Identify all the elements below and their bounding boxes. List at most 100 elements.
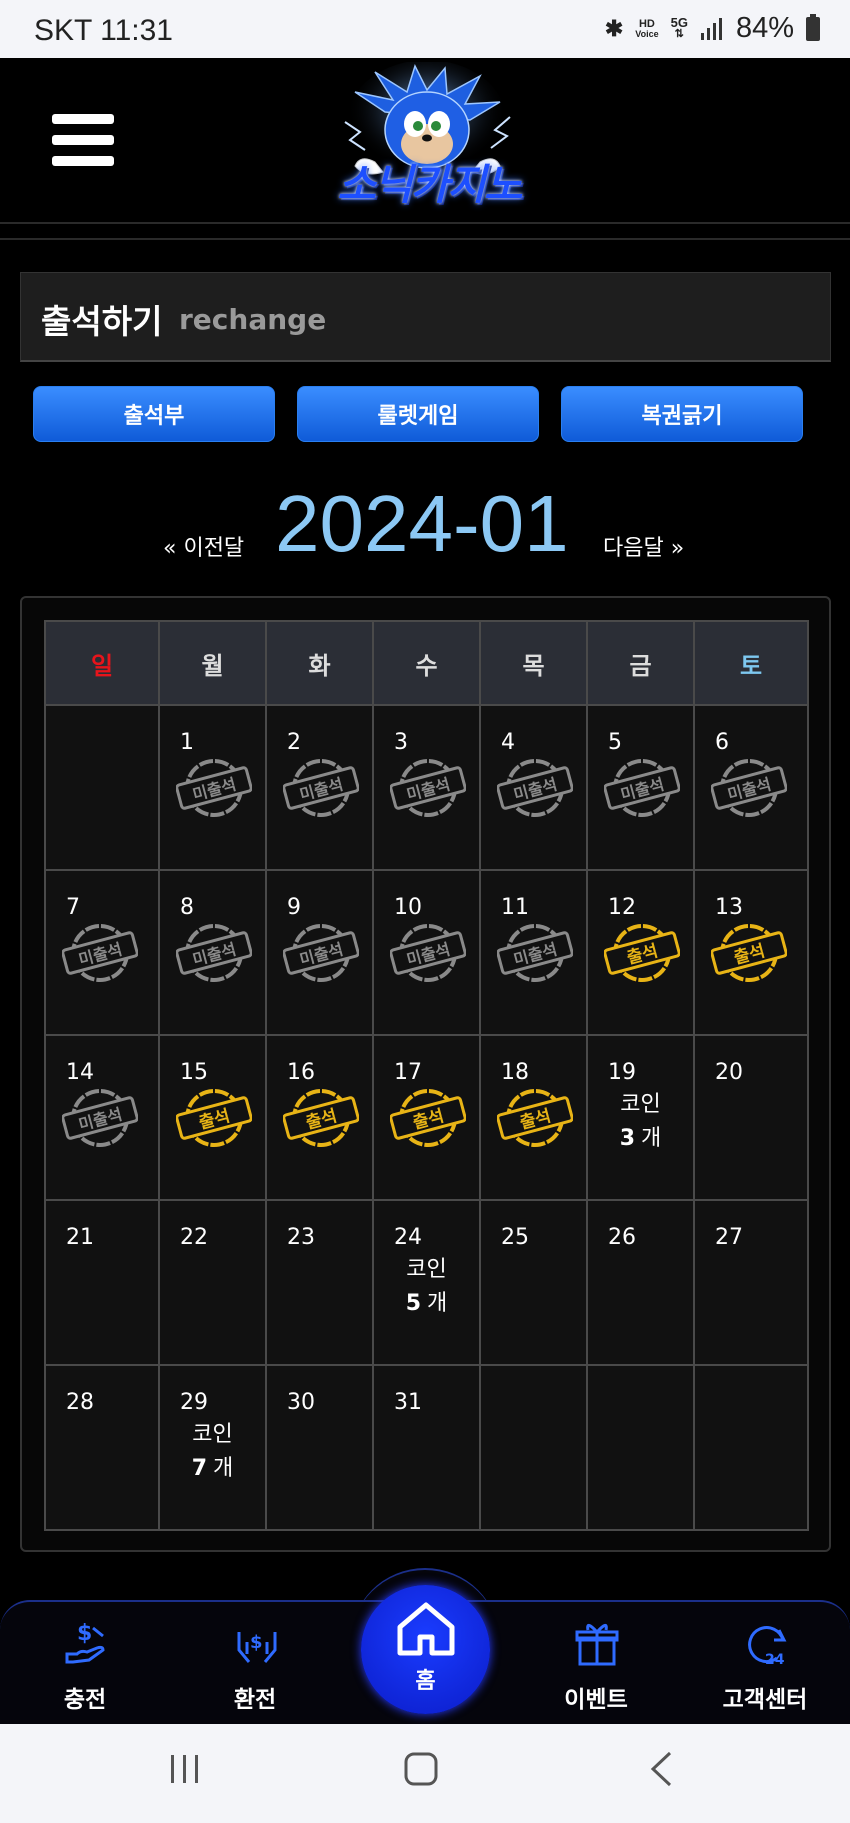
calendar-day-cell: 23	[265, 1199, 374, 1366]
calendar-day-cell: 31	[372, 1364, 481, 1531]
nav-support[interactable]: 24 고객센터	[705, 1610, 825, 1720]
calendar-day-cell: 19 코인 3 개	[586, 1034, 695, 1201]
day-number: 22	[180, 1225, 208, 1250]
day-number: 5	[608, 730, 622, 755]
day-number: 11	[501, 895, 529, 920]
calendar-day-cell	[479, 1364, 588, 1531]
calendar-day-cell: 6 미출석	[693, 704, 809, 871]
weekday-header: 일	[44, 620, 160, 706]
day-number: 9	[287, 895, 301, 920]
attended-stamp-icon: 출석	[176, 1089, 252, 1147]
day-number: 12	[608, 895, 636, 920]
back-button[interactable]	[648, 1750, 674, 1792]
calendar-day-cell: 22	[158, 1199, 267, 1366]
bluetooth-icon: ✱	[604, 15, 624, 41]
next-month-link[interactable]: 다음달 »	[603, 530, 684, 562]
day-number: 28	[66, 1390, 94, 1415]
attended-stamp-icon: 출석	[283, 1089, 359, 1147]
tab-lottery[interactable]: 복권긁기	[561, 386, 803, 442]
calendar-day-cell: 12 출석	[586, 869, 695, 1036]
calendar-day-cell	[693, 1364, 809, 1531]
status-icons: ✱ HD Voice 5G ⇅ 84%	[605, 12, 820, 45]
calendar-week-row: 28 29 코인 7 개 30 31	[44, 1364, 809, 1531]
nav-event-label: 이벤트	[564, 1687, 628, 1713]
money-hands-icon: $	[237, 1632, 277, 1663]
calendar-day-cell: 8 미출석	[158, 869, 267, 1036]
money-hand-icon: $	[65, 1621, 105, 1664]
hd-voice-icon: HD Voice	[635, 17, 659, 39]
status-bar: SKT 11:31 ✱ HD Voice 5G ⇅ 84%	[0, 0, 850, 58]
menu-icon[interactable]	[52, 114, 114, 168]
day-number: 10	[394, 895, 422, 920]
calendar-day-cell	[44, 704, 160, 871]
calendar-week-row: 1 미출석 2 미출석 3 미출석 4 미출석 5 미출석 6 미출석	[44, 704, 809, 871]
tab-roulette[interactable]: 룰렛게임	[297, 386, 539, 442]
carrier-time: SKT 11:31	[34, 14, 173, 47]
divider	[0, 238, 850, 240]
logo-text: 소닉카지노	[337, 160, 522, 209]
page-title-bar: 출석하기 rechange	[20, 272, 831, 362]
absent-stamp-icon: 미출석	[176, 759, 252, 817]
weekday-header: 목	[479, 620, 588, 706]
weekday-header: 금	[586, 620, 695, 706]
weekday-header: 토	[693, 620, 809, 706]
absent-stamp-icon: 미출석	[62, 1089, 138, 1147]
nav-exchange[interactable]: $ 환전	[195, 1610, 315, 1720]
day-number: 16	[287, 1060, 315, 1085]
calendar-day-cell: 17 출석	[372, 1034, 481, 1201]
nav-charge-label: 충전	[63, 1687, 107, 1713]
day-number: 8	[180, 895, 194, 920]
nav-charge[interactable]: $ 충전	[25, 1610, 145, 1720]
day-number: 27	[715, 1225, 743, 1250]
calendar-day-cell: 28	[44, 1364, 160, 1531]
weekday-header: 화	[265, 620, 374, 706]
absent-stamp-icon: 미출석	[390, 924, 466, 982]
absent-stamp-icon: 미출석	[283, 924, 359, 982]
recent-apps-button[interactable]	[168, 1752, 202, 1790]
calendar-day-cell: 5 미출석	[586, 704, 695, 871]
day-number: 7	[66, 895, 80, 920]
absent-stamp-icon: 미출석	[390, 759, 466, 817]
day-number: 17	[394, 1060, 422, 1085]
coin-reward: 코인 3 개	[588, 1088, 693, 1156]
coin-unit: 개	[427, 1291, 448, 1316]
coin-reward: 코인 7 개	[160, 1418, 265, 1486]
calendar-day-cell: 4 미출석	[479, 704, 588, 871]
coin-amount: 7개	[160, 1452, 265, 1486]
attended-stamp-icon: 출석	[711, 924, 787, 982]
nav-home-button[interactable]: 홈	[361, 1585, 490, 1714]
attended-stamp-icon: 출석	[604, 924, 680, 982]
weekday-header: 수	[372, 620, 481, 706]
day-number: 15	[180, 1060, 208, 1085]
battery-percent: 84%	[735, 12, 794, 44]
absent-stamp-icon: 미출석	[176, 924, 252, 982]
day-number: 6	[715, 730, 729, 755]
day-number: 24	[394, 1225, 422, 1250]
day-number: 25	[501, 1225, 529, 1250]
month-navigation: « 이전달 2024-01 다음달 »	[0, 478, 850, 568]
day-number: 18	[501, 1060, 529, 1085]
system-nav-bar	[0, 1724, 850, 1823]
day-number: 3	[394, 730, 408, 755]
prev-month-link[interactable]: « 이전달	[163, 530, 244, 562]
5g-icon: 5G ⇅	[670, 15, 688, 40]
calendar-day-cell: 26	[586, 1199, 695, 1366]
gift-icon	[575, 1624, 619, 1666]
calendar-week-row: 21 22 23 24 코인 5 개 25 26 27	[44, 1199, 809, 1366]
site-logo[interactable]: 소닉카지노	[315, 60, 540, 218]
calendar-day-cell: 27	[693, 1199, 809, 1366]
nav-event[interactable]: 이벤트	[536, 1610, 656, 1720]
coin-unit: 개	[641, 1126, 662, 1151]
home-system-button[interactable]	[404, 1752, 438, 1790]
tab-attendance[interactable]: 출석부	[33, 386, 275, 442]
svg-text:$: $	[250, 1632, 263, 1653]
absent-stamp-icon: 미출석	[497, 759, 573, 817]
absent-stamp-icon: 미출석	[604, 759, 680, 817]
absent-stamp-icon: 미출석	[283, 759, 359, 817]
day-number: 14	[66, 1060, 94, 1085]
page-title: 출석하기	[41, 302, 163, 341]
calendar-day-cell: 16 출석	[265, 1034, 374, 1201]
calendar-panel: 일월화수목금토 1 미출석 2 미출석 3 미출석 4 미출석 5 미출석 6 미출석 7 미출석 8 미출석…	[20, 596, 831, 1552]
day-number: 23	[287, 1225, 315, 1250]
calendar-week-row: 7 미출석 8 미출석 9 미출석 10 미출석 11 미출석 12 출석 13 출석	[44, 869, 809, 1036]
